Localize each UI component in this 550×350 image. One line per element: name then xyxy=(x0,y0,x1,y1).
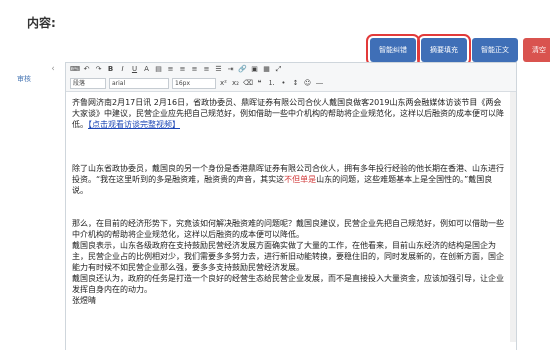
side-status-label: 审核 xyxy=(17,75,31,83)
editor-scrollbar[interactable] xyxy=(510,92,516,342)
html-icon[interactable]: ⌨ xyxy=(70,65,80,74)
align-left-icon[interactable]: ≡ xyxy=(166,65,175,74)
undo-icon[interactable]: ↶ xyxy=(82,65,91,74)
emoji-icon[interactable]: ☺ xyxy=(303,79,312,88)
fullscreen-icon[interactable]: ⤢ xyxy=(274,65,283,74)
clear-button[interactable]: 清空 xyxy=(523,38,550,62)
indent-icon[interactable]: ⇥ xyxy=(226,65,235,74)
superscript-icon[interactable]: x² xyxy=(219,79,228,88)
redo-icon[interactable]: ↷ xyxy=(94,65,103,74)
unordered-list-icon[interactable]: • xyxy=(279,79,288,88)
video-link[interactable]: 【点击观看访谈完整视频】 xyxy=(88,120,180,129)
bold-icon[interactable]: B xyxy=(106,65,115,74)
italic-icon[interactable]: I xyxy=(118,65,127,74)
smart-correct-button[interactable]: 智能纠错 xyxy=(366,34,420,66)
size-select[interactable]: 16px xyxy=(172,78,216,89)
flagged-text: 不但单是 xyxy=(284,175,317,184)
content-label: 内容: xyxy=(27,16,56,30)
summary-fill-button[interactable]: 摘要填充 xyxy=(417,34,471,66)
ordered-list-icon[interactable]: ⒈ xyxy=(267,79,276,88)
author-name: 张煜晴 xyxy=(72,296,96,305)
paragraph: 齐鲁网济南2月17日讯 2月16日，省政协委员、鼎晖证券有限公司合伙人戴国良做客… xyxy=(72,98,504,129)
highlight-icon[interactable]: ▤ xyxy=(154,65,163,74)
format-select[interactable]: 段落 xyxy=(70,78,106,89)
paragraph: 除了山东省政协委员，戴国良的另一个身份是香港鼎晖证券有限公司合伙人，拥有多年投行… xyxy=(72,164,504,195)
paragraph: 戴国良表示，山东各级政府在支持鼓励民营经济发展方面确实做了大量的工作，在他看来，… xyxy=(72,241,504,272)
collapse-chevron-icon[interactable]: ‹ xyxy=(46,62,60,76)
line-height-icon[interactable]: ↕ xyxy=(291,79,300,88)
image-icon[interactable]: ▣ xyxy=(250,65,259,74)
paragraph: 那么，在目前的经济形势下，究竟该如何解决融资难的问题呢？戴国良建议，民营企业先把… xyxy=(72,219,504,239)
editor-content[interactable]: 齐鲁网济南2月17日讯 2月16日，省政协委员、鼎晖证券有限公司合伙人戴国良做客… xyxy=(72,97,508,306)
align-right-icon[interactable]: ≡ xyxy=(190,65,199,74)
font-color-icon[interactable]: A xyxy=(142,65,151,74)
align-center-icon[interactable]: ≡ xyxy=(178,65,187,74)
smart-body-button[interactable]: 智能正文 xyxy=(472,38,518,62)
editor-action-bar: 智能纠错 摘要填充 智能正文 清空 xyxy=(366,34,550,66)
rich-text-editor: ⌨ ↶ ↷ B I U A ▤ ≡ ≡ ≡ ≡ ☰ ⇥ 🔗 ▣ ▦ ⤢ 段落 a… xyxy=(65,62,517,350)
link-icon[interactable]: 🔗 xyxy=(238,65,247,74)
table-icon[interactable]: ▦ xyxy=(262,65,271,74)
paragraph: 戴国良还认为，政府的任务是打造一个良好的经营生态给民营企业发展，而不是直接投入大… xyxy=(72,274,504,294)
list-icon[interactable]: ☰ xyxy=(214,65,223,74)
hr-icon[interactable]: ― xyxy=(315,79,324,88)
subscript-icon[interactable]: x₂ xyxy=(231,79,240,88)
clear-format-icon[interactable]: ⌫ xyxy=(243,79,253,88)
quote-icon[interactable]: ❝ xyxy=(255,79,264,88)
font-select[interactable]: arial xyxy=(109,78,169,89)
align-justify-icon[interactable]: ≡ xyxy=(202,65,211,74)
editor-toolbar: ⌨ ↶ ↷ B I U A ▤ ≡ ≡ ≡ ≡ ☰ ⇥ 🔗 ▣ ▦ ⤢ 段落 a… xyxy=(66,63,516,92)
underline-icon[interactable]: U xyxy=(130,65,139,74)
